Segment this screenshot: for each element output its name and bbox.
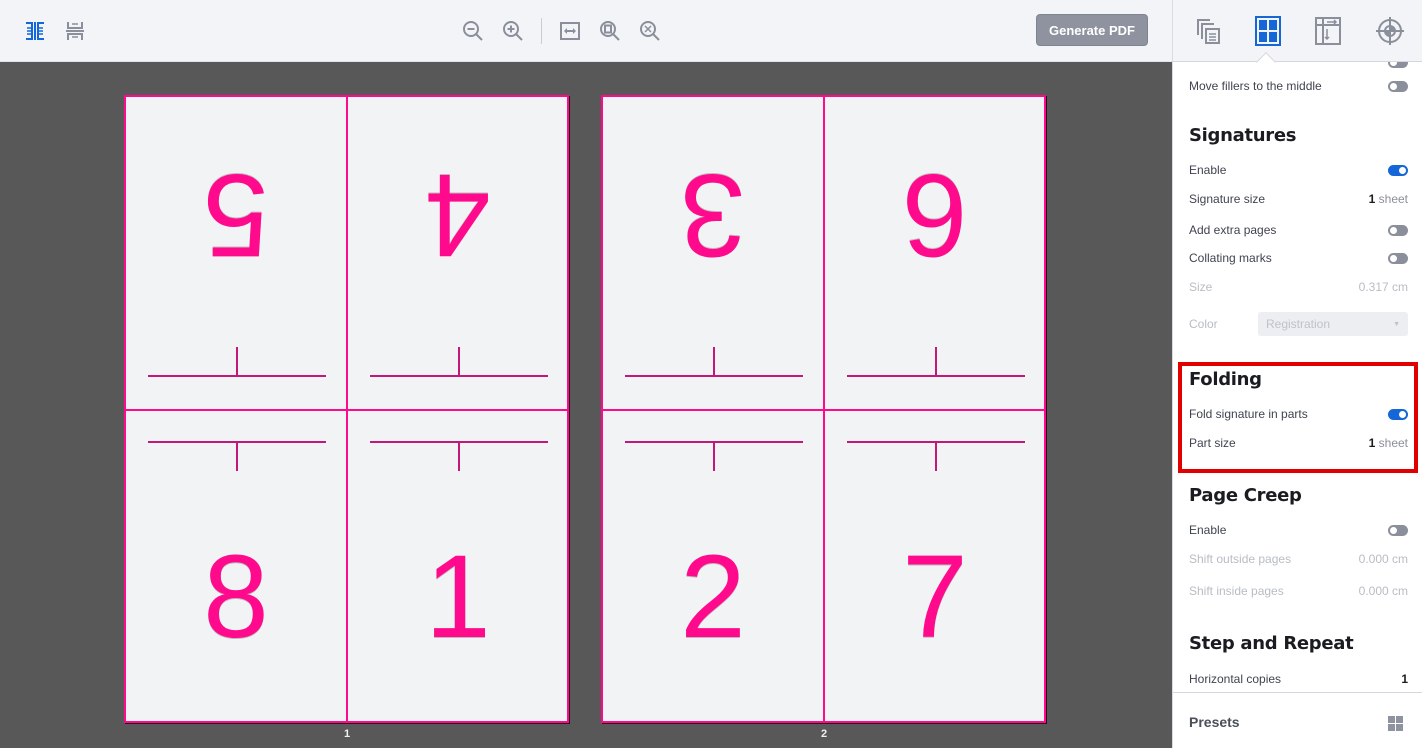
setting-label: Shift outside pages [1189, 552, 1292, 566]
setting-label: Collating marks [1189, 251, 1272, 265]
zoom-fit-all-icon[interactable] [637, 18, 663, 44]
toolbar: Generate PDF [0, 0, 1172, 62]
setting-row-signature-size: Signature size 1 sheet [1189, 189, 1408, 209]
page-number: 4 [425, 149, 491, 281]
setting-label: Color [1189, 317, 1218, 331]
sheet-label: 1 [343, 728, 351, 740]
single-page-icon[interactable] [62, 18, 88, 44]
toggle[interactable] [1388, 62, 1408, 68]
setting-row-fold-signature: Fold signature in parts [1189, 404, 1408, 424]
sidebar-tabs [1173, 0, 1422, 72]
shift-outside-value[interactable]: 0.000 cm [1359, 552, 1408, 566]
setting-label: Add extra pages [1189, 223, 1277, 237]
two-page-spread-icon[interactable] [22, 18, 48, 44]
fit-page-icon[interactable] [597, 18, 623, 44]
setting-label: Enable [1189, 163, 1227, 177]
setting-row-cut [1189, 62, 1408, 72]
margins-icon[interactable] [1311, 14, 1345, 48]
sidebar-scroll-area[interactable]: Move fillers to the middle Signatures En… [1173, 62, 1422, 692]
page-number: 2 [680, 531, 746, 663]
signature-size-value[interactable]: 1 sheet [1369, 192, 1408, 206]
setting-row-color: Color Registration ▼ [1189, 312, 1408, 336]
fold-mark [148, 347, 326, 377]
page-cell: 5 [126, 97, 346, 409]
sheet-1: 5 4 8 1 [124, 95, 569, 723]
setting-label: Part size [1189, 436, 1236, 450]
sheet-label: 2 [820, 728, 828, 740]
sheet-2: 3 6 2 7 [601, 95, 1046, 723]
setting-row-add-extra-pages: Add extra pages [1189, 220, 1408, 240]
page-number: 3 [680, 149, 746, 281]
generate-pdf-button[interactable]: Generate PDF [1036, 14, 1148, 46]
mark-size-value[interactable]: 0.317 cm [1359, 280, 1408, 294]
fold-signature-toggle[interactable] [1388, 408, 1408, 420]
setting-label: Horizontal copies [1189, 672, 1282, 686]
page-number: 7 [902, 531, 968, 663]
marks-target-icon[interactable] [1373, 14, 1407, 48]
presets-footer: Presets [1173, 692, 1422, 748]
step-repeat-title: Step and Repeat [1189, 633, 1354, 654]
page-creep-enable-toggle[interactable] [1388, 524, 1408, 536]
page-cell: 6 [825, 97, 1045, 409]
grid-icon[interactable] [1388, 716, 1403, 731]
page-creep-title: Page Creep [1189, 485, 1302, 506]
fold-mark [625, 347, 803, 377]
page-number: 8 [203, 531, 269, 663]
horizontal-copies-value[interactable]: 1 [1401, 672, 1408, 686]
setting-label: Size [1189, 280, 1213, 294]
setting-row-horizontal-copies: Horizontal copies 1 [1189, 669, 1408, 689]
fold-mark [148, 441, 326, 471]
setting-label: Signature size [1189, 192, 1266, 206]
move-fillers-toggle[interactable] [1388, 80, 1408, 92]
page-cell: 7 [825, 411, 1045, 723]
setting-row-shift-outside: Shift outside pages 0.000 cm [1189, 549, 1408, 569]
setting-label: Enable [1189, 523, 1227, 537]
folding-title: Folding [1189, 369, 1262, 390]
color-select[interactable]: Registration ▼ [1258, 312, 1408, 336]
setting-row-page-creep-enable: Enable [1189, 520, 1408, 540]
toolbar-divider [541, 18, 542, 44]
fold-mark [847, 347, 1025, 377]
page-number: 5 [203, 149, 269, 281]
fold-mark [847, 441, 1025, 471]
page-cell: 1 [348, 411, 568, 723]
shift-inside-value[interactable]: 0.000 cm [1359, 584, 1408, 598]
pages-icon[interactable] [1191, 14, 1225, 48]
part-size-value[interactable]: 1 sheet [1369, 436, 1408, 450]
setting-row-mark-size: Size 0.317 cm [1189, 277, 1408, 297]
chevron-down-icon: ▼ [1393, 320, 1400, 328]
setting-row-part-size: Part size 1 sheet [1189, 433, 1408, 453]
page-cell: 8 [126, 411, 346, 723]
app: Generate PDF 5 4 8 1 1 3 6 2 7 2 Move fi… [0, 0, 1422, 748]
fold-mark [370, 347, 548, 377]
fold-mark [625, 441, 803, 471]
setting-label: Fold signature in parts [1189, 407, 1308, 421]
presets-label[interactable]: Presets [1189, 714, 1240, 730]
page-cell: 3 [603, 97, 823, 409]
setting-row-shift-inside: Shift inside pages 0.000 cm [1189, 581, 1408, 601]
setting-row-signatures-enable: Enable [1189, 160, 1408, 180]
setting-label: Shift inside pages [1189, 584, 1284, 598]
add-extra-pages-toggle[interactable] [1388, 224, 1408, 236]
zoom-out-icon[interactable] [460, 18, 486, 44]
signatures-enable-toggle[interactable] [1388, 164, 1408, 176]
collating-marks-toggle[interactable] [1388, 252, 1408, 264]
horizontal-fold-line [126, 409, 567, 411]
fold-mark [370, 441, 548, 471]
setting-row-collating-marks: Collating marks [1189, 248, 1408, 268]
settings-sidebar: Move fillers to the middle Signatures En… [1172, 0, 1422, 748]
preview-canvas: 5 4 8 1 1 3 6 2 7 2 [0, 62, 1172, 748]
zoom-in-icon[interactable] [500, 18, 526, 44]
page-number: 1 [425, 531, 491, 663]
setting-row-move-fillers: Move fillers to the middle [1189, 76, 1408, 96]
horizontal-fold-line [603, 409, 1044, 411]
signatures-title: Signatures [1189, 125, 1297, 146]
layout-grid-icon[interactable] [1251, 14, 1285, 48]
setting-label: Move fillers to the middle [1189, 79, 1322, 93]
page-cell: 4 [348, 97, 568, 409]
page-number: 6 [902, 149, 968, 281]
page-cell: 2 [603, 411, 823, 723]
fit-width-icon[interactable] [557, 18, 583, 44]
